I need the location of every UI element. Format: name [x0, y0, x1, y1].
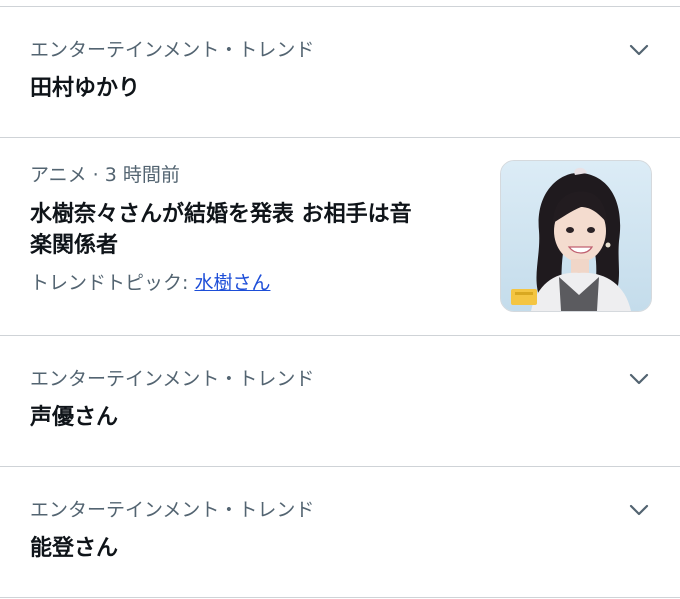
trend-title: 声優さん [30, 405, 119, 430]
chevron-down-icon[interactable] [626, 497, 652, 523]
news-thumbnail-image [501, 161, 651, 311]
topic-link[interactable]: 水樹さん [194, 272, 270, 294]
trend-category: エンターテインメント・トレンド [30, 39, 315, 61]
trends-list: エンターテインメント・トレンド 田村ゆかり アニメ · 3 時間前 水樹奈々さん… [0, 0, 680, 599]
trend-item[interactable]: エンターテインメント・トレンド 声優さん [0, 336, 680, 466]
news-meta: アニメ · 3 時間前 [30, 164, 180, 186]
news-thumbnail[interactable] [500, 160, 652, 312]
trend-category: エンターテインメント・トレンド [30, 499, 315, 521]
news-topic: トレンドトピック: 水樹さん [30, 271, 270, 295]
news-headline[interactable]: 水樹奈々さんが結婚を発表 お相手は音 楽関係者 [30, 199, 490, 261]
news-headline-line-2: 楽関係者 [30, 233, 119, 258]
trend-title: 能登さん [30, 536, 119, 561]
chevron-down-icon[interactable] [626, 37, 652, 63]
divider [0, 597, 680, 598]
trend-category: エンターテインメント・トレンド [30, 368, 315, 390]
trend-item[interactable]: エンターテインメント・トレンド 田村ゆかり [0, 7, 680, 137]
topic-label: トレンドトピック: [30, 272, 195, 294]
trend-title: 田村ゆかり [30, 76, 141, 101]
chevron-down-icon[interactable] [626, 366, 652, 392]
trend-item[interactable]: エンターテインメント・トレンド 能登さん [0, 467, 680, 597]
news-headline-line-1: 水樹奈々さんが結婚を発表 お相手は音 [30, 202, 412, 227]
news-item[interactable]: アニメ · 3 時間前 水樹奈々さんが結婚を発表 お相手は音 楽関係者 トレンド… [0, 138, 680, 335]
